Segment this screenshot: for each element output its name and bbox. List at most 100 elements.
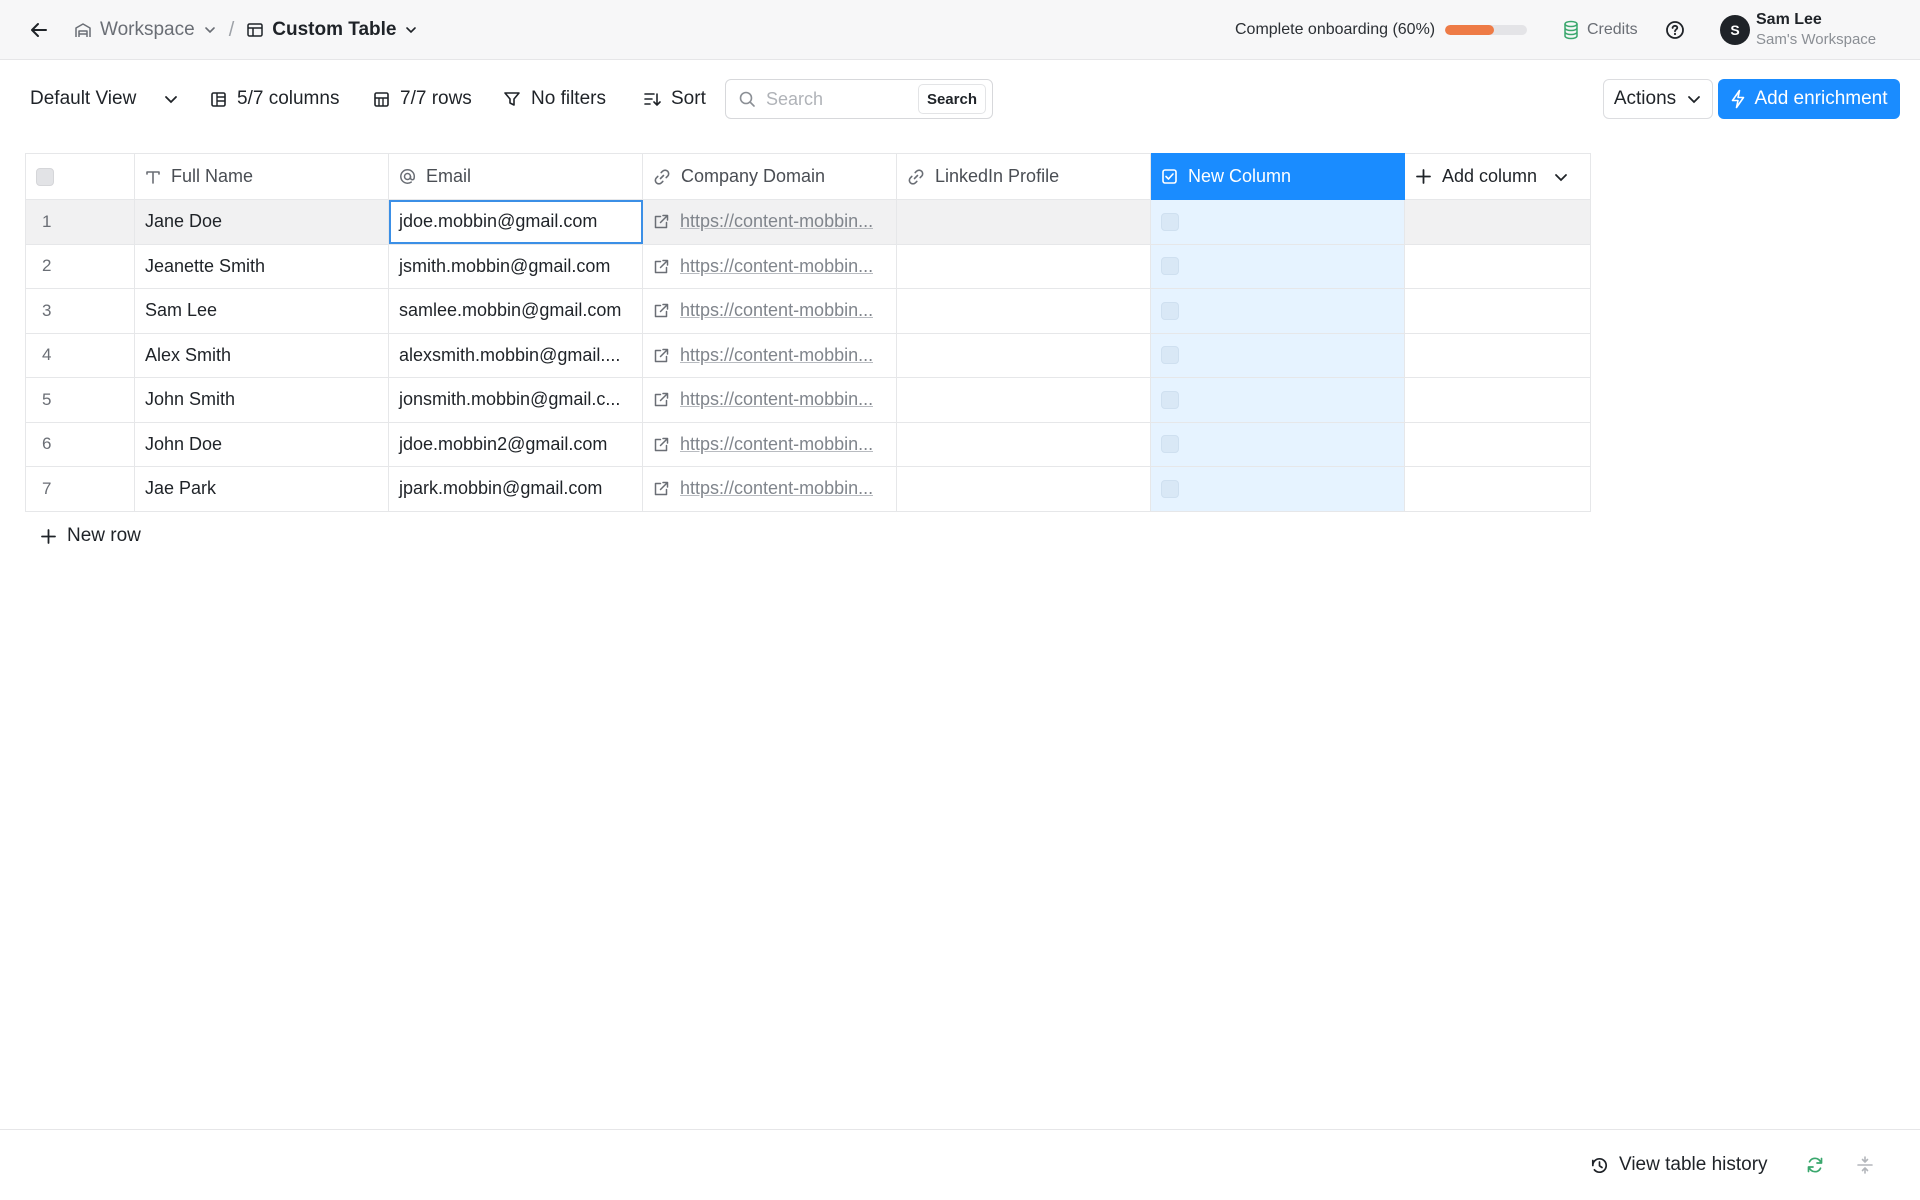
linkedin-profile-cell[interactable]: [896, 332, 1151, 378]
email-cell[interactable]: samlee.mobbin@gmail.com: [388, 288, 643, 334]
full-name-cell[interactable]: Jae Park: [134, 466, 389, 512]
breadcrumb-custom-table[interactable]: Custom Table: [246, 19, 418, 41]
row-checkbox[interactable]: [1161, 390, 1179, 409]
column-header-company-domain[interactable]: Company Domain: [642, 153, 897, 200]
new-column-cell[interactable]: [1150, 332, 1405, 378]
table-row[interactable]: 3 Sam Lee samlee.mobbin@gmail.com https:…: [25, 288, 1591, 334]
linkedin-profile-cell[interactable]: [896, 377, 1151, 423]
row-index[interactable]: 2: [25, 243, 135, 289]
table-row[interactable]: 1 Jane Doe jdoe.mobbin@gmail.com https:/…: [25, 199, 1591, 245]
linkedin-profile-cell[interactable]: [896, 288, 1151, 334]
filters-button[interactable]: No filters: [503, 82, 606, 116]
select-all-header[interactable]: [25, 153, 135, 200]
column-header-full-name[interactable]: Full Name: [134, 153, 389, 200]
onboarding-progress[interactable]: Complete onboarding (60%): [1235, 0, 1528, 60]
company-domain-cell[interactable]: https://content-mobbin...: [642, 288, 897, 334]
view-table-history-label: View table history: [1619, 1154, 1768, 1175]
linkedin-profile-cell[interactable]: [896, 421, 1151, 467]
new-column-cell[interactable]: [1150, 199, 1405, 245]
row-checkbox[interactable]: [1161, 435, 1179, 454]
full-name-cell[interactable]: Jeanette Smith: [134, 243, 389, 289]
new-column-cell[interactable]: [1150, 421, 1405, 467]
table-row[interactable]: 6 John Doe jdoe.mobbin2@gmail.com https:…: [25, 421, 1591, 467]
column-header-new-column[interactable]: New Column: [1150, 153, 1405, 200]
avatar[interactable]: S: [1720, 15, 1750, 45]
linkedin-profile-cell[interactable]: [896, 243, 1151, 289]
select-all-checkbox[interactable]: [36, 167, 54, 186]
row-index[interactable]: 3: [25, 288, 135, 334]
external-link-icon[interactable]: [653, 480, 670, 497]
company-domain-link[interactable]: https://content-mobbin...: [680, 434, 873, 455]
linkedin-profile-cell[interactable]: [896, 466, 1151, 512]
row-index[interactable]: 1: [25, 199, 135, 245]
company-domain-cell[interactable]: https://content-mobbin...: [642, 199, 897, 245]
company-domain-link[interactable]: https://content-mobbin...: [680, 300, 873, 321]
actions-button[interactable]: Actions: [1603, 79, 1713, 119]
external-link-icon[interactable]: [653, 436, 670, 453]
new-column-cell[interactable]: [1150, 243, 1405, 289]
new-column-cell[interactable]: [1150, 288, 1405, 334]
new-row-button[interactable]: New row: [40, 525, 141, 547]
row-checkbox[interactable]: [1161, 346, 1179, 365]
user-menu[interactable]: Sam Lee Sam's Workspace: [1756, 10, 1876, 50]
table-row[interactable]: 7 Jae Park jpark.mobbin@gmail.com https:…: [25, 466, 1591, 512]
external-link-icon[interactable]: [653, 391, 670, 408]
row-checkbox[interactable]: [1161, 257, 1179, 276]
row-checkbox[interactable]: [1161, 479, 1179, 498]
add-column-button[interactable]: Add column: [1404, 153, 1591, 200]
email-cell[interactable]: jsmith.mobbin@gmail.com: [388, 243, 643, 289]
collapse-icon[interactable]: [1855, 1155, 1875, 1180]
table-row[interactable]: 4 Alex Smith alexsmith.mobbin@gmail.... …: [25, 332, 1591, 378]
company-domain-link[interactable]: https://content-mobbin...: [680, 389, 873, 410]
new-column-cell[interactable]: [1150, 466, 1405, 512]
rows-button[interactable]: 7/7 rows: [373, 82, 472, 116]
company-domain-cell[interactable]: https://content-mobbin...: [642, 243, 897, 289]
external-link-icon[interactable]: [653, 213, 670, 230]
email-cell[interactable]: jpark.mobbin@gmail.com: [388, 466, 643, 512]
company-domain-link[interactable]: https://content-mobbin...: [680, 256, 873, 277]
company-domain-cell[interactable]: https://content-mobbin...: [642, 332, 897, 378]
email-cell[interactable]: alexsmith.mobbin@gmail....: [388, 332, 643, 378]
column-header-linkedin-profile[interactable]: LinkedIn Profile: [896, 153, 1151, 200]
full-name-cell[interactable]: John Smith: [134, 377, 389, 423]
credits-button[interactable]: Credits: [1563, 0, 1638, 60]
full-name-cell[interactable]: Alex Smith: [134, 332, 389, 378]
row-index[interactable]: 4: [25, 332, 135, 378]
breadcrumb-workspace[interactable]: Workspace: [74, 19, 217, 41]
help-icon[interactable]: [1664, 19, 1686, 41]
view-selector[interactable]: Default View: [30, 82, 180, 116]
back-arrow-icon[interactable]: [26, 17, 52, 43]
external-link-icon[interactable]: [653, 302, 670, 319]
new-column-cell[interactable]: [1150, 377, 1405, 423]
row-index[interactable]: 7: [25, 466, 135, 512]
sort-button[interactable]: Sort: [643, 82, 706, 116]
email-cell[interactable]: jdoe.mobbin2@gmail.com: [388, 421, 643, 467]
columns-button[interactable]: 5/7 columns: [210, 82, 339, 116]
search-button[interactable]: Search: [917, 84, 986, 114]
view-table-history-button[interactable]: View table history: [1590, 1154, 1768, 1176]
email-cell[interactable]: jonsmith.mobbin@gmail.c...: [388, 377, 643, 423]
table-row[interactable]: 5 John Smith jonsmith.mobbin@gmail.c... …: [25, 377, 1591, 423]
refresh-icon[interactable]: [1805, 1155, 1825, 1180]
search-input[interactable]: [766, 88, 916, 110]
column-header-email[interactable]: Email: [388, 153, 643, 200]
full-name-cell[interactable]: Jane Doe: [134, 199, 389, 245]
company-domain-link[interactable]: https://content-mobbin...: [680, 345, 873, 366]
row-index[interactable]: 5: [25, 377, 135, 423]
company-domain-cell[interactable]: https://content-mobbin...: [642, 466, 897, 512]
full-name-cell[interactable]: John Doe: [134, 421, 389, 467]
company-domain-link[interactable]: https://content-mobbin...: [680, 211, 873, 232]
row-index[interactable]: 6: [25, 421, 135, 467]
company-domain-cell[interactable]: https://content-mobbin...: [642, 421, 897, 467]
company-domain-cell[interactable]: https://content-mobbin...: [642, 377, 897, 423]
table-row[interactable]: 2 Jeanette Smith jsmith.mobbin@gmail.com…: [25, 243, 1591, 289]
row-checkbox[interactable]: [1161, 212, 1179, 231]
row-checkbox[interactable]: [1161, 301, 1179, 320]
full-name-cell[interactable]: Sam Lee: [134, 288, 389, 334]
external-link-icon[interactable]: [653, 347, 670, 364]
external-link-icon[interactable]: [653, 258, 670, 275]
company-domain-link[interactable]: https://content-mobbin...: [680, 478, 873, 499]
add-enrichment-button[interactable]: Add enrichment: [1718, 79, 1900, 119]
linkedin-profile-cell[interactable]: [896, 199, 1151, 245]
email-cell[interactable]: jdoe.mobbin@gmail.com: [388, 199, 643, 245]
